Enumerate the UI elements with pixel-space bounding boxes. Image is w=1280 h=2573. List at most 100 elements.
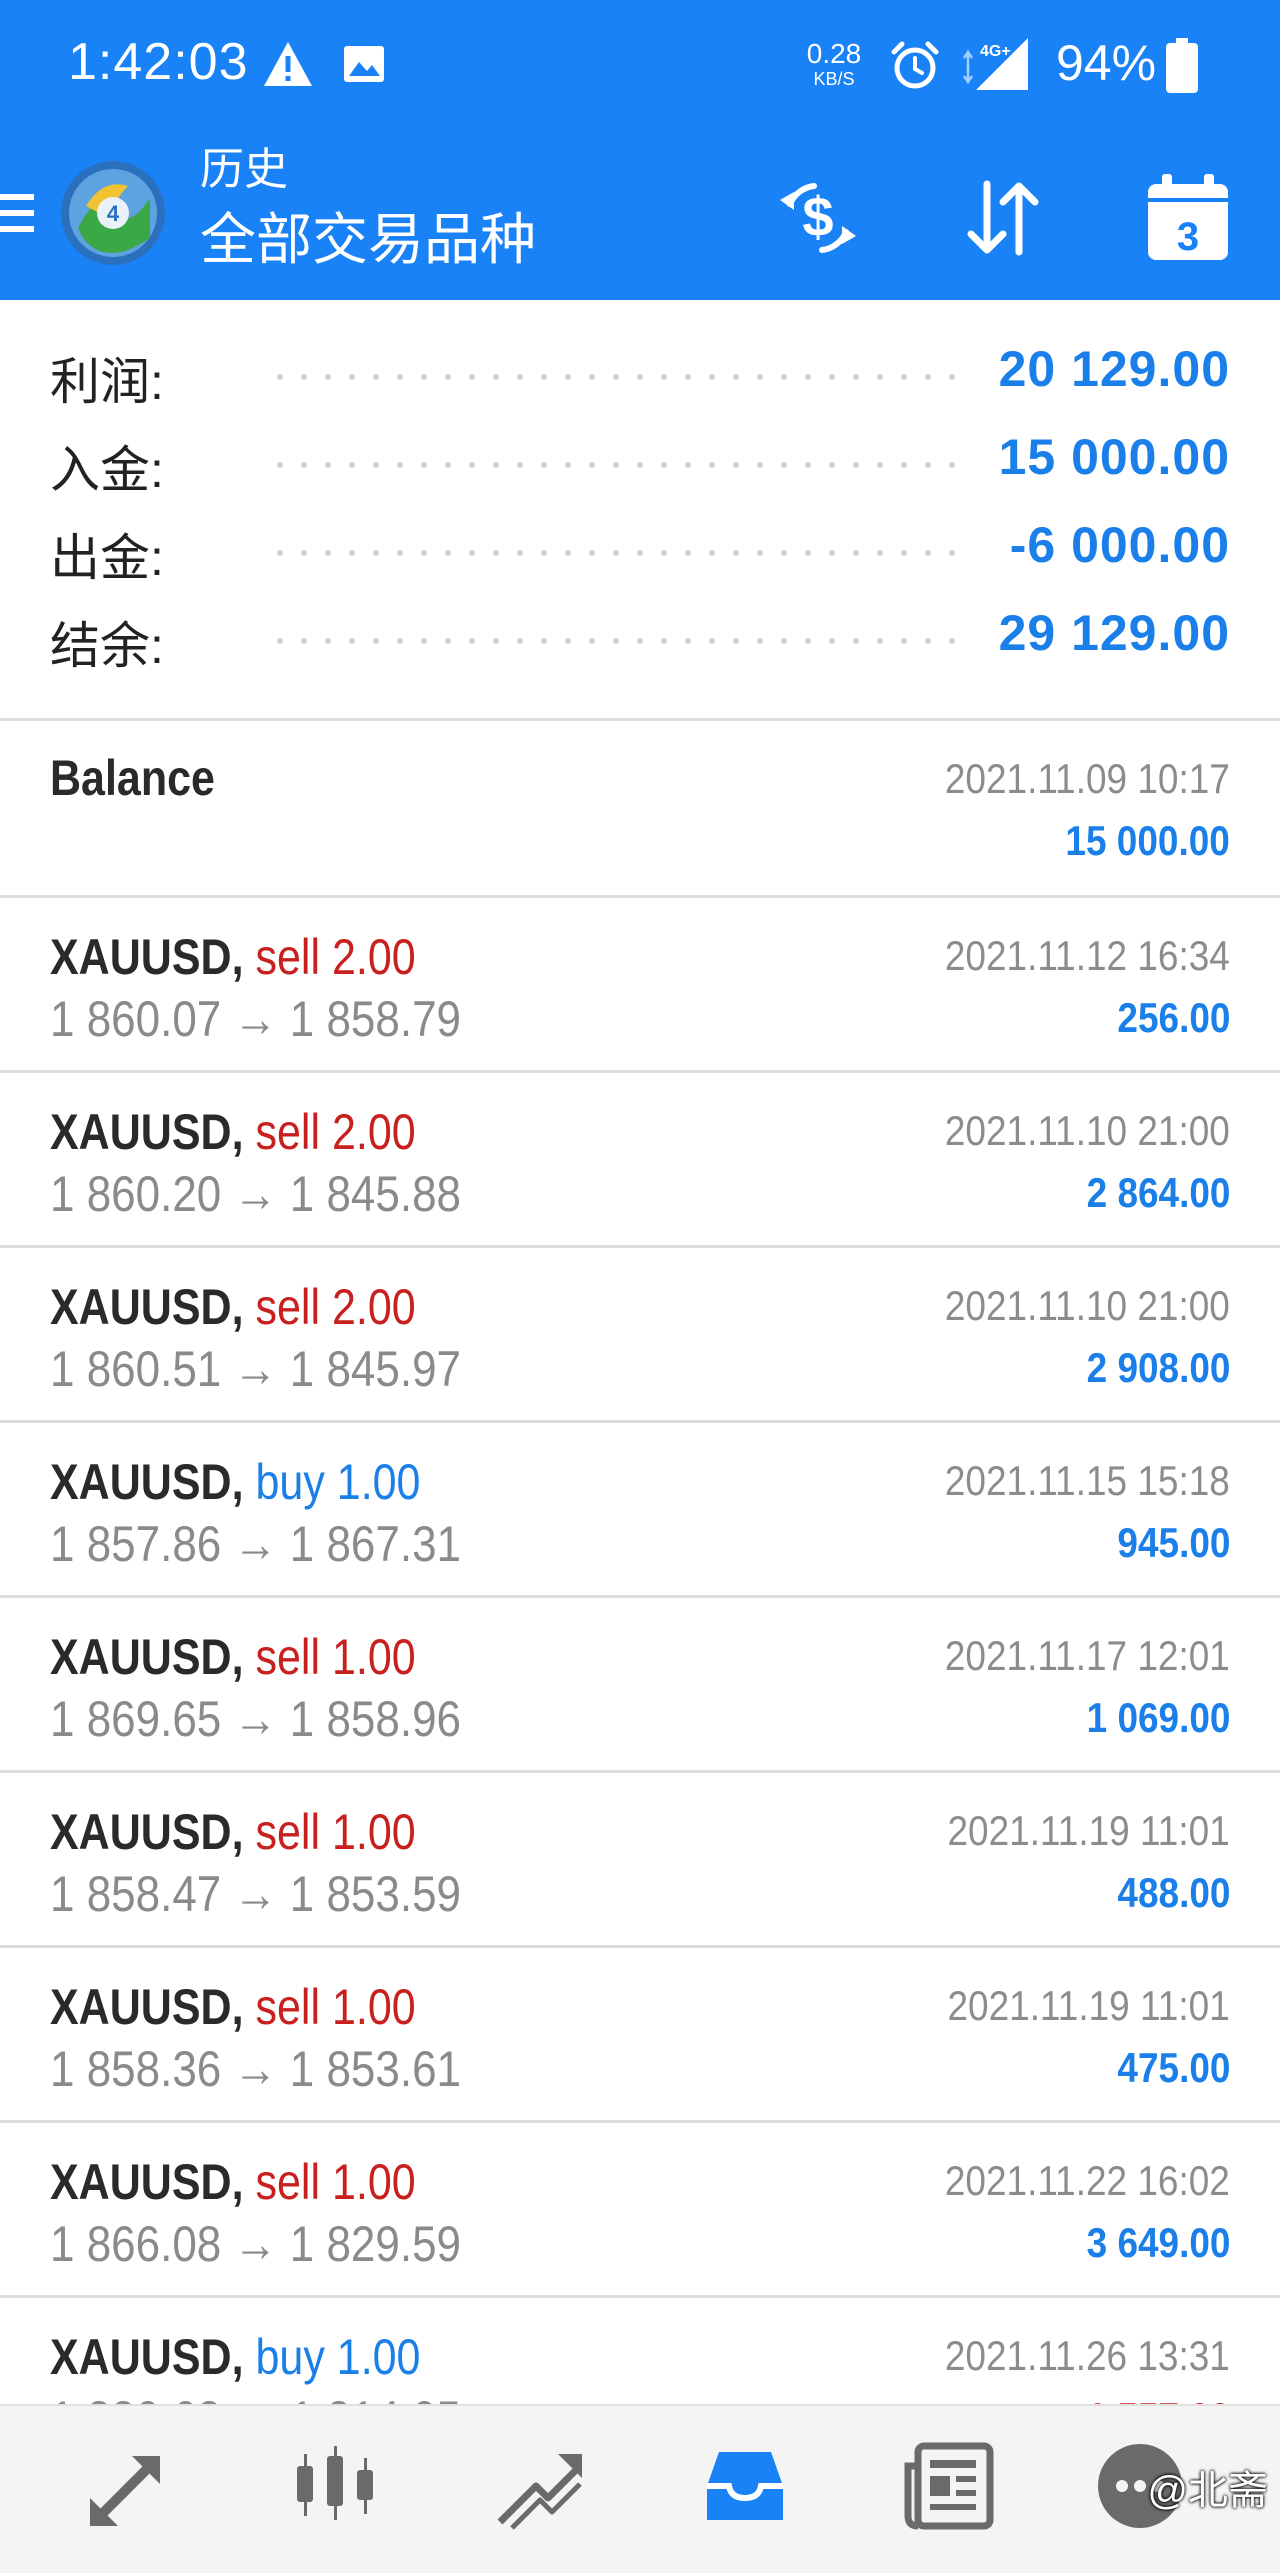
trade-symbol: XAUUSD: [50, 2329, 232, 2385]
trade-row[interactable]: XAUUSD, buy 1.00 1 857.86 → 1 867.31 202…: [0, 1423, 1280, 1598]
trade-type: sell: [255, 929, 321, 985]
trade-profit: 475.00: [1116, 2044, 1230, 2091]
open-price: 1 860.07: [50, 991, 222, 1047]
arrow-right-icon: →: [233, 2216, 278, 2272]
summary-value: 29 129.00: [998, 605, 1230, 661]
trade-volume: 1.00: [331, 2154, 416, 2210]
arrow-right-icon: →: [233, 1166, 278, 1222]
currency-exchange-button[interactable]: $: [770, 170, 866, 266]
svg-text:4: 4: [107, 201, 120, 226]
app-header: 1:42:03 0.28 KB/S 4G+ 94% 4 历史 全部交易品种 $ …: [0, 0, 1280, 300]
nav-trade[interactable]: [480, 2426, 600, 2546]
trade-prices: 1 860.51 → 1 845.97: [50, 1340, 461, 1398]
trade-title: XAUUSD, sell 1.00: [50, 2154, 416, 2210]
close-price: 1 858.79: [289, 991, 462, 1047]
history-list: Balance 2021.11.09 10:17 15 000.00 XAUUS…: [0, 721, 1280, 2473]
trade-title: XAUUSD, sell 2.00: [50, 929, 416, 985]
summary-label: 利润:: [50, 354, 164, 410]
symbol-filter-selector[interactable]: 全部交易品种: [200, 212, 536, 268]
balance-row[interactable]: Balance 2021.11.09 10:17 15 000.00: [0, 721, 1280, 898]
trade-volume: 1.00: [336, 1454, 421, 1510]
trade-symbol: XAUUSD: [50, 1279, 232, 1335]
trade-profit: 945.00: [1116, 1519, 1230, 1566]
dotted-leader: [268, 462, 968, 468]
close-price: 1 845.97: [289, 1341, 462, 1397]
calendar-day: 3: [1177, 215, 1199, 259]
close-price: 1 829.59: [289, 2216, 462, 2272]
hamburger-menu-icon[interactable]: [0, 188, 36, 238]
trade-trend-icon: [497, 2454, 582, 2530]
bottom-navigation: @北斋: [0, 2404, 1280, 2573]
close-price: 1 845.88: [289, 1166, 462, 1222]
open-price: 1 860.51: [50, 1341, 222, 1397]
candlestick-icon: [297, 2446, 373, 2520]
trade-profit: 2 864.00: [1086, 1169, 1230, 1216]
arrow-right-icon: →: [233, 2041, 278, 2097]
summary-value: 15 000.00: [998, 429, 1230, 485]
open-price: 1 860.20: [50, 1166, 222, 1222]
close-price: 1 858.96: [289, 1691, 462, 1747]
trade-prices: 1 858.36 → 1 853.61: [50, 2040, 461, 2098]
nav-history[interactable]: [685, 2426, 805, 2546]
trade-type: sell: [255, 1629, 321, 1685]
newspaper-icon: [904, 2442, 994, 2530]
summary-row-withdrawal: 出金: -6 000.00: [0, 496, 1280, 586]
trade-date: 2021.11.10 21:00: [945, 1107, 1230, 1154]
balance-amount: 15 000.00: [1065, 817, 1230, 864]
trade-date: 2021.11.26 13:31: [945, 2332, 1230, 2379]
trade-symbol: XAUUSD: [50, 1104, 232, 1160]
trade-profit: 2 908.00: [1086, 1344, 1230, 1391]
trade-prices: 1 866.08 → 1 829.59: [50, 2215, 461, 2273]
open-price: 1 866.08: [50, 2216, 222, 2272]
currency-exchange-icon: $: [780, 183, 856, 253]
inbox-icon: [707, 2452, 783, 2520]
period-calendar-button[interactable]: 3: [1140, 170, 1236, 266]
trade-type: sell: [255, 1979, 321, 2035]
trade-symbol: XAUUSD: [50, 1804, 232, 1860]
trade-row[interactable]: XAUUSD, sell 2.00 1 860.51 → 1 845.97 20…: [0, 1248, 1280, 1423]
trade-symbol: XAUUSD: [50, 2154, 232, 2210]
metatrader-logo-icon[interactable]: 4: [58, 158, 168, 268]
summary-label: 入金:: [50, 442, 164, 498]
summary-value: 20 129.00: [998, 341, 1230, 397]
dotted-leader: [268, 550, 968, 556]
arrow-right-icon: →: [233, 1516, 278, 1572]
close-price: 1 853.61: [289, 2041, 462, 2097]
warning-icon: [264, 42, 312, 86]
trade-date: 2021.11.19 11:01: [947, 1807, 1230, 1854]
trade-row[interactable]: XAUUSD, sell 1.00 1 858.36 → 1 853.61 20…: [0, 1948, 1280, 2123]
trade-row[interactable]: XAUUSD, sell 1.00 1 858.47 → 1 853.59 20…: [0, 1773, 1280, 1948]
arrow-right-icon: →: [233, 1866, 278, 1922]
trade-title: XAUUSD, sell 2.00: [50, 1279, 416, 1335]
status-time: 1:42:03: [68, 33, 249, 91]
page-title: 历史: [200, 145, 288, 194]
trade-type: buy: [255, 1454, 325, 1510]
trade-date: 2021.11.22 16:02: [945, 2157, 1230, 2204]
trade-title: XAUUSD, sell 1.00: [50, 1629, 416, 1685]
trade-volume: 1.00: [336, 2329, 421, 2385]
arrow-right-icon: →: [233, 1691, 278, 1747]
trade-row[interactable]: XAUUSD, sell 1.00 1 869.65 → 1 858.96 20…: [0, 1598, 1280, 1773]
summary-label: 结余:: [50, 618, 164, 674]
nav-chart[interactable]: [275, 2426, 395, 2546]
trade-row[interactable]: XAUUSD, sell 2.00 1 860.07 → 1 858.79 20…: [0, 898, 1280, 1073]
trade-type: sell: [255, 2154, 321, 2210]
summary-label: 出金:: [50, 530, 164, 586]
trade-volume: 2.00: [331, 1104, 416, 1160]
nav-quotes[interactable]: [70, 2426, 190, 2546]
nav-news[interactable]: [890, 2426, 1010, 2546]
trade-row[interactable]: XAUUSD, sell 1.00 1 866.08 → 1 829.59 20…: [0, 2123, 1280, 2298]
trade-date: 2021.11.19 11:01: [947, 1982, 1230, 2029]
trade-profit: 256.00: [1116, 994, 1230, 1041]
svg-text:$: $: [802, 185, 833, 248]
trade-symbol: XAUUSD: [50, 1629, 232, 1685]
trade-prices: 1 858.47 → 1 853.59: [50, 1865, 461, 1923]
trade-profit: 488.00: [1116, 1869, 1230, 1916]
battery-percent: 94%: [1056, 35, 1157, 91]
open-price: 1 869.65: [50, 1691, 222, 1747]
trade-row[interactable]: XAUUSD, sell 2.00 1 860.20 → 1 845.88 20…: [0, 1073, 1280, 1248]
trade-prices: 1 860.07 → 1 858.79: [50, 990, 461, 1048]
trade-title: XAUUSD, sell 2.00: [50, 1104, 416, 1160]
sort-button[interactable]: [955, 170, 1051, 266]
trade-type: sell: [255, 1104, 321, 1160]
